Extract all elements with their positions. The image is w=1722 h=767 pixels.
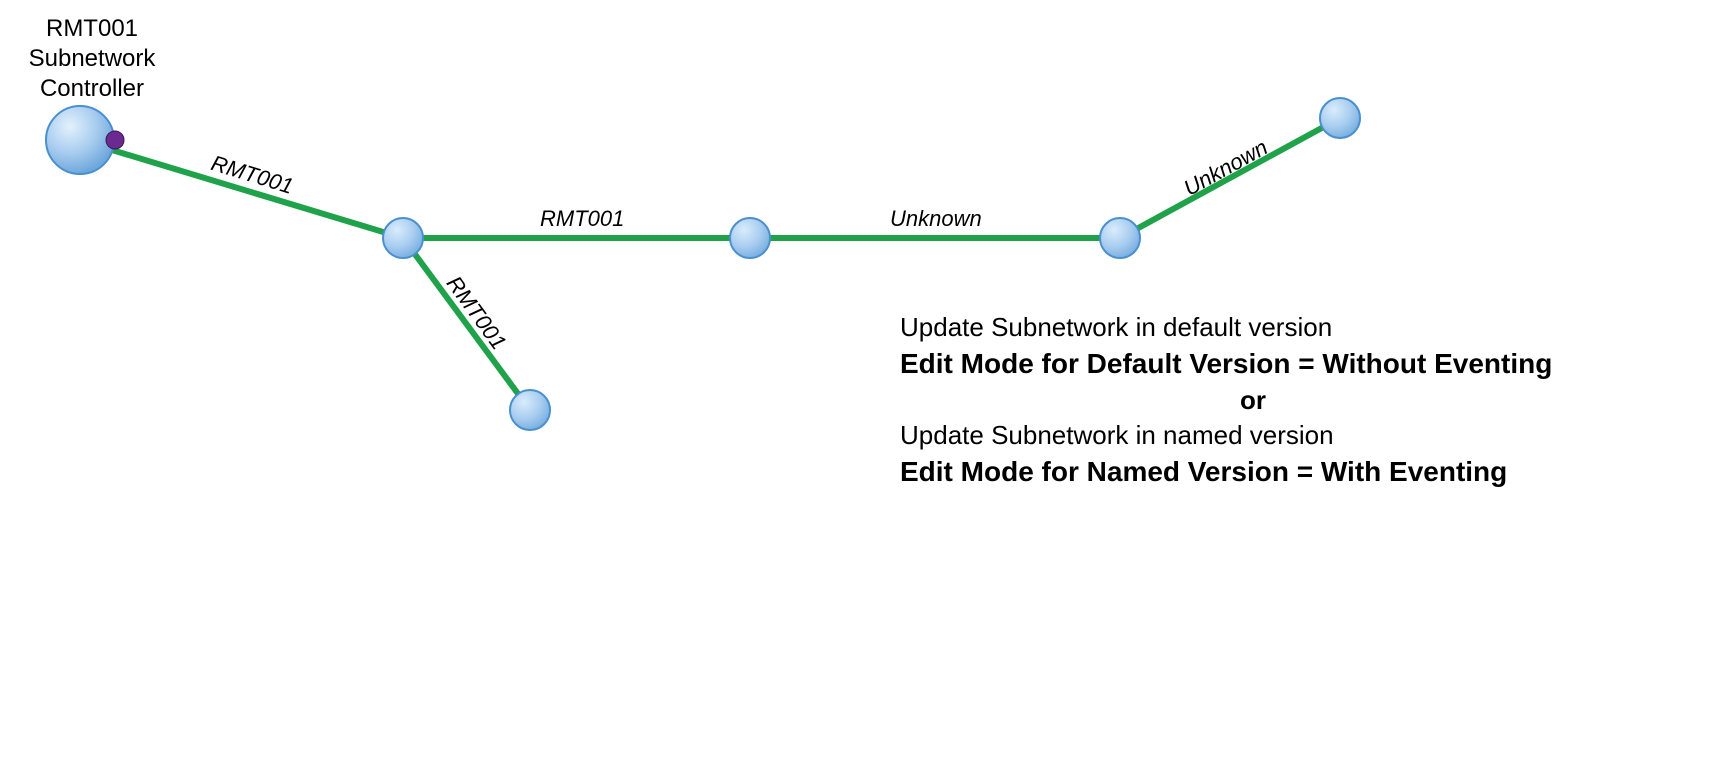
- caption-line-2: Edit Mode for Default Version = Without …: [900, 345, 1720, 383]
- controller-label-line3: Controller: [40, 75, 144, 102]
- edge-label-4: Unknown: [890, 206, 982, 232]
- caption-or: or: [1240, 383, 1720, 418]
- node-4: [1320, 98, 1360, 138]
- controller-label: RMT001 Subnetwork Controller: [12, 14, 172, 104]
- controller-label-line2: Subnetwork: [29, 45, 156, 72]
- node-controller: [46, 106, 114, 174]
- node-3: [1100, 218, 1140, 258]
- node-1: [383, 218, 423, 258]
- edge-label-2: RMT001: [540, 206, 624, 232]
- edge-n1-n5: [403, 238, 530, 410]
- node-5: [510, 390, 550, 430]
- node-2: [730, 218, 770, 258]
- caption-block: Update Subnetwork in default version Edi…: [900, 310, 1720, 491]
- controller-dot-icon: [106, 131, 124, 149]
- caption-line-4: Edit Mode for Named Version = With Event…: [900, 453, 1720, 491]
- caption-line-1: Update Subnetwork in default version: [900, 310, 1720, 345]
- controller-label-line1: RMT001: [46, 15, 138, 42]
- network-diagram: RMT001 Subnetwork Controller RMT001 RMT0…: [0, 0, 1722, 762]
- caption-line-3: Update Subnetwork in named version: [900, 418, 1720, 453]
